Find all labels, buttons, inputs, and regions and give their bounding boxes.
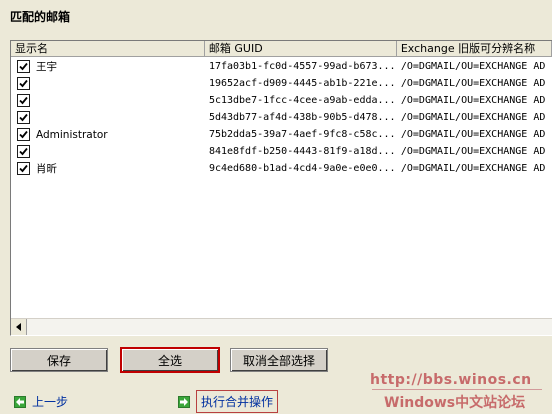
arrow-right-icon xyxy=(178,395,190,408)
display-name: Administrator xyxy=(36,128,108,141)
table-row[interactable]: 19652acf-d909-4445-ab1b-221e... /O=DGMAIL… xyxy=(11,75,552,92)
mailbox-guid-cell: 841e8fdf-b250-4443-81f9-a18d... xyxy=(208,146,396,157)
row-checkbox[interactable] xyxy=(17,60,30,73)
column-header-display-name[interactable]: 显示名 xyxy=(11,41,205,57)
display-name-cell: 肖昕 xyxy=(11,161,205,176)
table-row[interactable]: 王宇 17fa03b1-fc0d-4557-99ad-b673... /O=DGMA… xyxy=(11,58,552,75)
watermark-divider xyxy=(372,389,542,390)
checkmark-icon xyxy=(19,147,28,156)
legacy-dn-cell: /O=DGMAIL/OU=EXCHANGE AD xyxy=(400,163,546,174)
legacy-dn-cell: /O=DGMAIL/OU=EXCHANGE AD xyxy=(400,112,546,123)
display-name-cell: Administrator xyxy=(11,128,205,141)
mailbox-guid-cell: 75b2dda5-39a7-4aef-9fc8-c58c... xyxy=(208,129,396,140)
back-link[interactable]: 上一步 xyxy=(14,393,68,410)
table-row[interactable]: 5d43db77-af4d-438b-90b5-d478... /O=DGMAIL… xyxy=(11,109,552,126)
list-rows: 王宇 17fa03b1-fc0d-4557-99ad-b673... /O=DGMA… xyxy=(11,58,552,177)
scroll-left-button[interactable] xyxy=(11,319,27,335)
table-row[interactable]: 5c13dbe7-1fcc-4cee-a9ab-edda... /O=DGMAIL… xyxy=(11,92,552,109)
checkmark-icon xyxy=(19,96,28,105)
row-checkbox[interactable] xyxy=(17,162,30,175)
back-link-label: 上一步 xyxy=(32,395,69,409)
mailbox-guid-cell: 5c13dbe7-1fcc-4cee-a9ab-edda... xyxy=(208,95,396,106)
display-name: 王宇 xyxy=(36,61,57,73)
legacy-dn-cell: /O=DGMAIL/OU=EXCHANGE AD xyxy=(400,61,546,72)
legacy-dn-cell: /O=DGMAIL/OU=EXCHANGE AD xyxy=(400,129,546,140)
arrow-left-icon xyxy=(14,395,26,408)
mailbox-guid-cell: 9c4ed680-b1ad-4cd4-9a0e-e0e0... xyxy=(208,163,396,174)
checkmark-icon xyxy=(19,62,28,71)
watermark-site: Windows中文站论坛 xyxy=(384,395,526,411)
table-row[interactable]: 841e8fdf-b250-4443-81f9-a18d... /O=DGMAIL… xyxy=(11,143,552,160)
row-checkbox[interactable] xyxy=(17,145,30,158)
checkmark-icon xyxy=(19,164,28,173)
row-checkbox[interactable] xyxy=(17,128,30,141)
checkmark-icon xyxy=(19,130,28,139)
horizontal-scrollbar[interactable] xyxy=(11,318,552,335)
display-name-cell: 王宇 xyxy=(11,59,205,74)
deselect-all-button[interactable]: 取消全部选择 xyxy=(230,348,328,372)
mailbox-guid-cell: 17fa03b1-fc0d-4557-99ad-b673... xyxy=(208,61,396,72)
arrow-left-icon xyxy=(15,323,21,331)
mailbox-guid-cell: 5d43db77-af4d-438b-90b5-d478... xyxy=(208,112,396,123)
mailbox-list[interactable]: 显示名 邮箱 GUID Exchange 旧版可分辨名称 王宇 17fa03b1-… xyxy=(10,40,552,336)
execute-merge-link[interactable]: 执行合并操作 xyxy=(178,390,279,413)
watermark-url: http://bbs.winos.cn xyxy=(370,372,532,388)
row-checkbox[interactable] xyxy=(17,94,30,107)
column-header-legacy-dn[interactable]: Exchange 旧版可分辨名称 xyxy=(396,41,552,57)
select-all-button[interactable]: 全选 xyxy=(120,347,220,373)
section-title: 匹配的邮箱 xyxy=(10,10,71,24)
checkmark-icon xyxy=(19,79,28,88)
execute-merge-label: 执行合并操作 xyxy=(196,390,279,413)
table-row[interactable]: 肖昕 9c4ed680-b1ad-4cd4-9a0e-e0e0... /O=DGMA… xyxy=(11,160,552,177)
table-row[interactable]: Administrator 75b2dda5-39a7-4aef-9fc8-c58… xyxy=(11,126,552,143)
row-checkbox[interactable] xyxy=(17,77,30,90)
mailbox-guid-cell: 19652acf-d909-4445-ab1b-221e... xyxy=(208,78,396,89)
legacy-dn-cell: /O=DGMAIL/OU=EXCHANGE AD xyxy=(400,95,546,106)
display-name: 肖昕 xyxy=(36,163,57,175)
display-name-cell xyxy=(11,145,205,158)
display-name-cell xyxy=(11,77,205,90)
display-name-cell xyxy=(11,111,205,124)
legacy-dn-cell: /O=DGMAIL/OU=EXCHANGE AD xyxy=(400,146,546,157)
list-header: 显示名 邮箱 GUID Exchange 旧版可分辨名称 xyxy=(11,41,552,57)
save-button[interactable]: 保存 xyxy=(10,348,108,372)
checkmark-icon xyxy=(19,113,28,122)
column-header-mailbox-guid[interactable]: 邮箱 GUID xyxy=(204,41,397,57)
legacy-dn-cell: /O=DGMAIL/OU=EXCHANGE AD xyxy=(400,78,546,89)
row-checkbox[interactable] xyxy=(17,111,30,124)
display-name-cell xyxy=(11,94,205,107)
